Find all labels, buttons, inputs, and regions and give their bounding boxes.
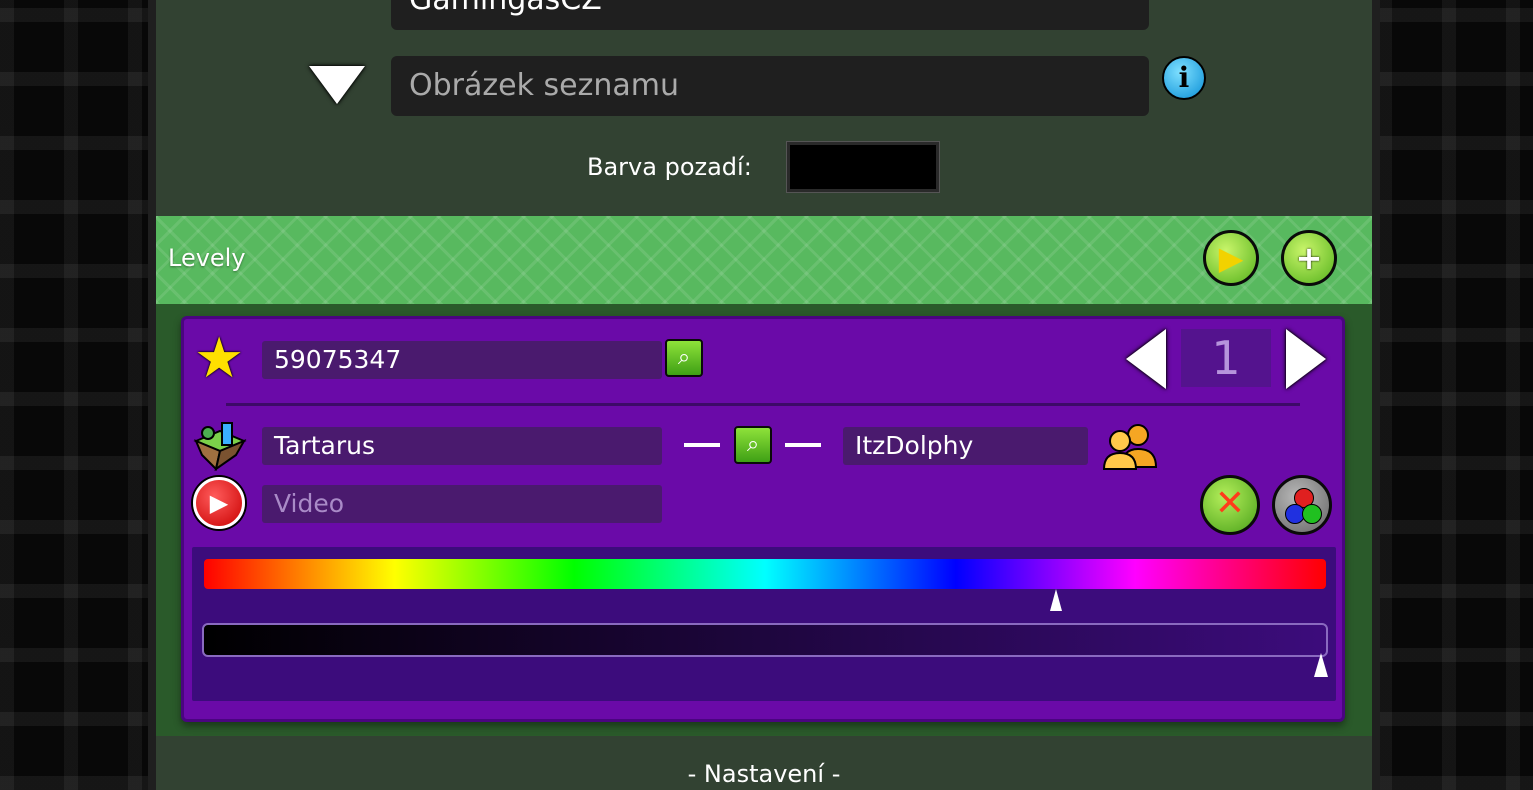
lightness-slider[interactable] [202,623,1328,657]
color-picker-button[interactable] [1272,475,1332,535]
card-divider [226,403,1300,406]
level-name-input[interactable]: Tartarus [262,427,662,465]
hue-slider[interactable] [204,559,1326,589]
search-icon[interactable]: ⌕ [734,426,772,464]
background-color-picker[interactable] [786,141,940,193]
levels-title: Levely [168,244,246,272]
play-list-button[interactable]: ▶ [1203,230,1259,286]
move-down-arrow-icon[interactable] [1286,329,1326,389]
dash-separator [785,443,821,447]
green-dot-icon [1302,504,1322,524]
video-play-icon: ▶ [193,477,245,529]
levels-header: Levely ▶ + [156,216,1372,304]
dash-separator [684,443,720,447]
video-input[interactable]: Video [262,485,662,523]
settings-title: - Nastavení - [687,760,841,788]
info-icon[interactable]: i [1162,56,1206,100]
creator-name-input[interactable]: ItzDolphy [843,427,1088,465]
star-icon: ★ [194,326,245,391]
search-icon[interactable]: ⌕ [665,339,703,377]
background-color-label: Barva pozadí: [587,153,752,181]
creators-icon[interactable] [1102,421,1160,471]
levels-area: ★ 59075347 ⌕ 1 Tartarus ⌕ ItzDolphy ▶ Vi… [156,304,1372,736]
author-name-field[interactable]: GamingasCZ [391,0,1149,30]
island-icon [193,422,247,471]
level-position[interactable]: 1 [1181,329,1271,387]
lightness-slider-handle[interactable] [1314,653,1328,677]
add-level-button[interactable]: + [1281,230,1337,286]
level-id-input[interactable]: 59075347 [262,341,662,379]
delete-level-button[interactable]: ✕ [1200,475,1260,535]
level-card: ★ 59075347 ⌕ 1 Tartarus ⌕ ItzDolphy ▶ Vi… [181,316,1345,722]
background-pattern-left [0,0,150,790]
list-image-input[interactable]: Obrázek seznamu [391,56,1149,116]
level-color-picker [192,547,1336,701]
editor-panel: GamingasCZ Obrázek seznamu i Barva pozad… [148,0,1380,790]
collapse-triangle-icon[interactable] [309,66,365,104]
hue-slider-handle[interactable] [1050,589,1062,611]
background-pattern-right [1378,0,1533,790]
move-up-arrow-icon[interactable] [1126,329,1166,389]
